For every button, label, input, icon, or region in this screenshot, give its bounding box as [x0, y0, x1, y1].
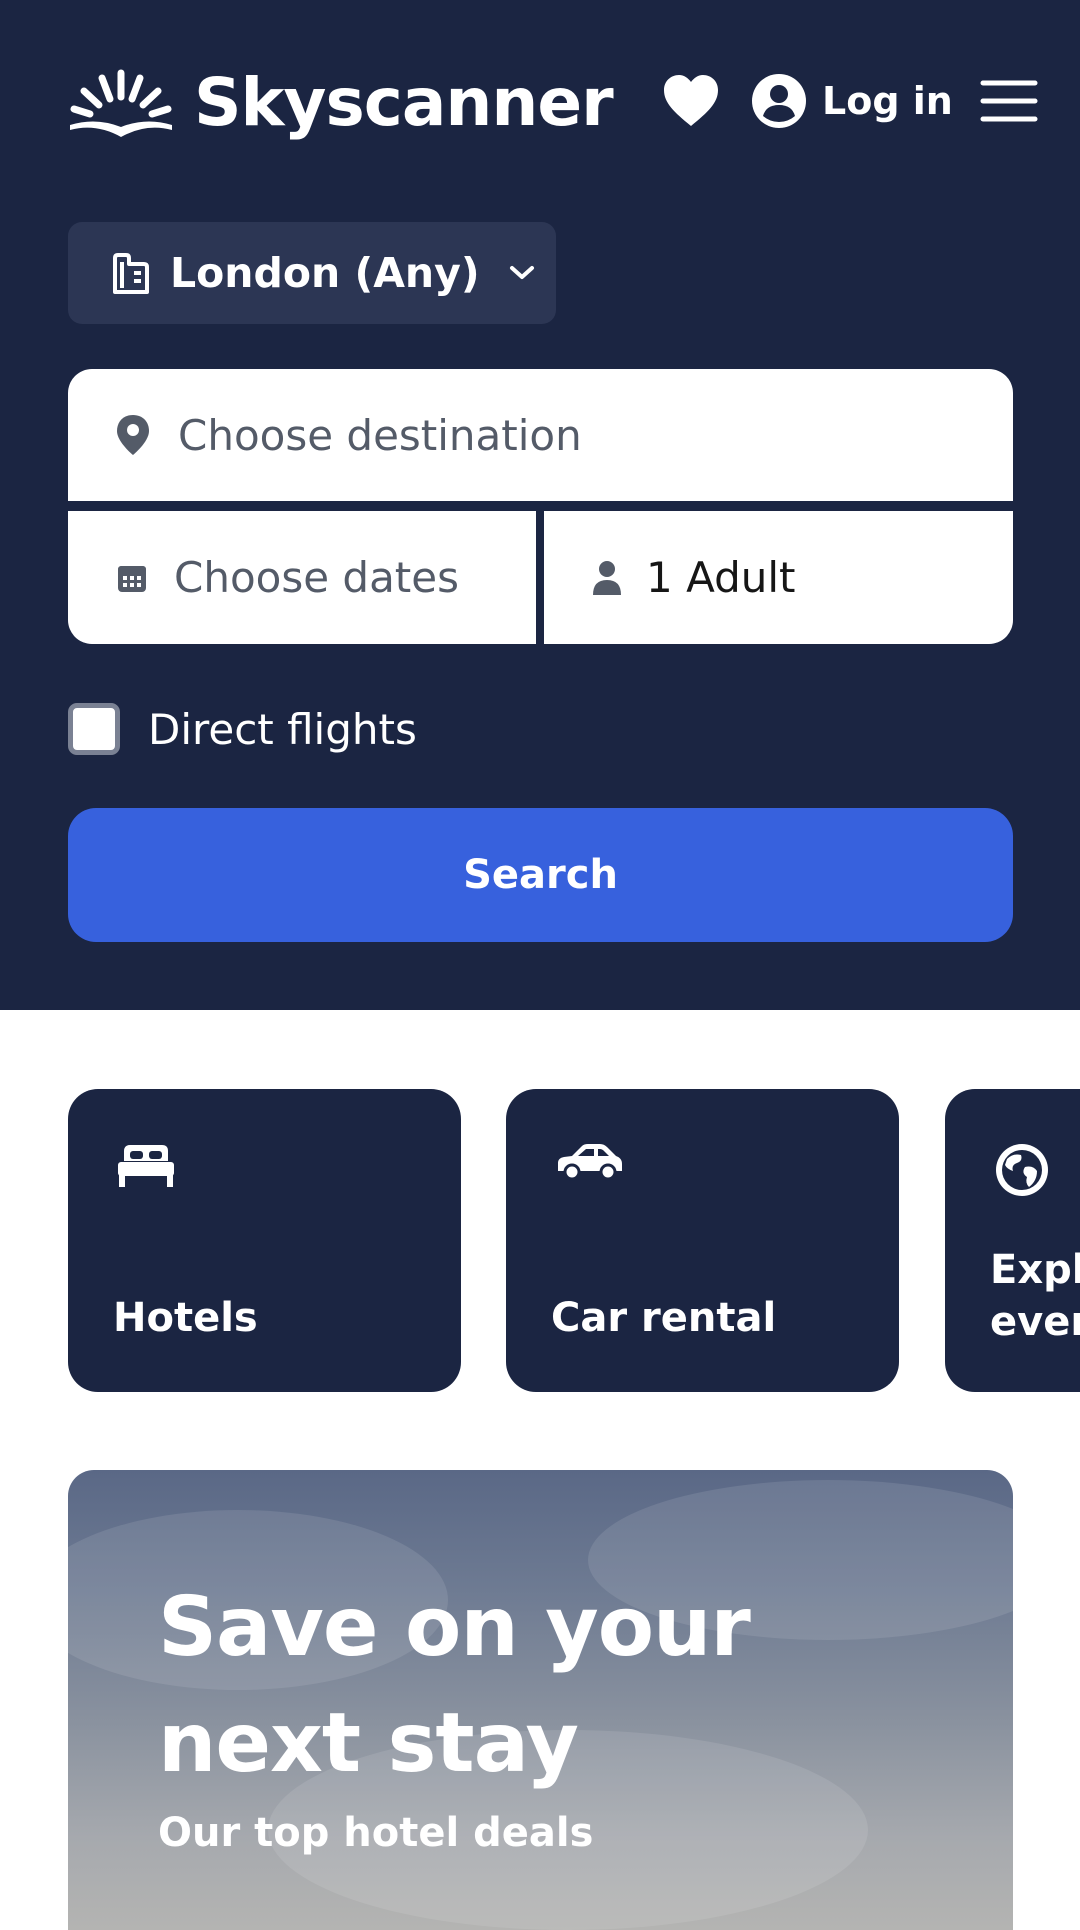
promo-subtitle: Our top hotel deals	[158, 1810, 594, 1856]
dates-input[interactable]: Choose dates	[68, 511, 536, 644]
travellers-selector[interactable]: 1 Adult	[544, 511, 1013, 644]
sunrise-logo-icon	[70, 69, 172, 137]
promo-title: Save on your next stay	[158, 1580, 751, 1791]
login-button[interactable]: Log in	[750, 72, 953, 130]
hotel-deals-banner[interactable]: Save on your next stay Our top hotel dea…	[68, 1470, 1013, 1930]
car-icon	[554, 1141, 624, 1185]
chevron-down-icon	[508, 264, 536, 282]
heart-icon	[664, 75, 718, 126]
direct-flights-checkbox[interactable]	[68, 703, 120, 755]
destination-placeholder: Choose destination	[178, 410, 582, 460]
direct-flights-option: Direct flights	[68, 700, 417, 758]
location-pin-icon	[114, 413, 152, 457]
bed-icon	[116, 1141, 176, 1193]
origin-selector[interactable]: London (Any)	[68, 222, 556, 324]
person-icon	[590, 559, 624, 597]
direct-flights-label[interactable]: Direct flights	[148, 705, 417, 754]
card-hotels[interactable]: Hotels	[68, 1089, 461, 1392]
building-icon	[112, 252, 150, 294]
card-label-explore-line1: Expl	[990, 1247, 1080, 1293]
header-actions: Log in	[660, 68, 1039, 134]
card-explore[interactable]: Expl ever	[945, 1089, 1080, 1392]
origin-label: London (Any)	[170, 249, 480, 297]
user-circle-icon	[752, 74, 806, 128]
brand-name: Skyscanner	[194, 64, 614, 141]
search-hero: Skyscanner Log in London (Any) Choose de…	[0, 0, 1080, 1010]
search-button[interactable]: Search	[68, 808, 1013, 942]
dates-placeholder: Choose dates	[174, 553, 459, 602]
card-label-hotels: Hotels	[113, 1295, 258, 1341]
travellers-value: 1 Adult	[646, 553, 796, 602]
service-cards-carousel[interactable]: Hotels Car rental Expl ever	[0, 1089, 1080, 1394]
card-label-explore: Expl ever	[990, 1244, 1080, 1348]
login-label: Log in	[822, 79, 953, 123]
skyscanner-logo[interactable]: Skyscanner	[66, 62, 614, 144]
favourites-button[interactable]	[660, 70, 722, 132]
card-car-rental[interactable]: Car rental	[506, 1089, 899, 1392]
card-label-explore-line2: ever	[990, 1299, 1080, 1345]
destination-input[interactable]: Choose destination	[68, 369, 1013, 501]
calendar-icon	[116, 562, 148, 594]
menu-button[interactable]	[979, 76, 1039, 126]
card-label-car-rental: Car rental	[551, 1295, 777, 1341]
hamburger-menu-icon	[980, 80, 1038, 122]
globe-icon	[993, 1141, 1051, 1203]
